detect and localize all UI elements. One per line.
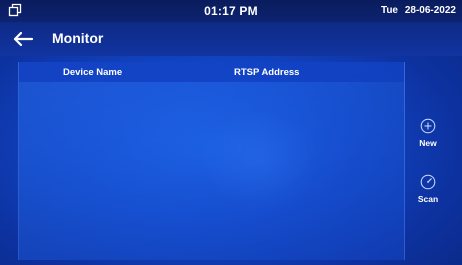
side-action-panel: New Scan <box>406 62 462 260</box>
arrow-left-icon <box>13 31 34 47</box>
plus-circle-icon <box>420 118 436 134</box>
device-table: Device Name RTSP Address <box>18 62 405 260</box>
table-header: Device Name RTSP Address <box>19 62 404 82</box>
column-header-rtsp-address: RTSP Address <box>234 67 300 78</box>
status-day: Tue <box>380 5 398 16</box>
page-title: Monitor <box>52 30 104 46</box>
status-date: 28-06-2022 <box>404 5 456 16</box>
column-header-device-name: Device Name <box>63 67 123 78</box>
monitor-screen: 01:17 PM Tue 28-06-2022 Monitor Device N… <box>0 0 462 265</box>
scan-button-label: Scan <box>417 194 439 204</box>
status-bar: 01:17 PM Tue 28-06-2022 <box>0 0 462 22</box>
new-button[interactable]: New <box>406 118 450 148</box>
scan-button[interactable]: Scan <box>406 174 450 204</box>
scan-circle-icon <box>420 174 436 190</box>
title-bar: Monitor <box>0 22 462 56</box>
back-button[interactable] <box>10 29 36 49</box>
new-button-label: New <box>419 138 437 148</box>
